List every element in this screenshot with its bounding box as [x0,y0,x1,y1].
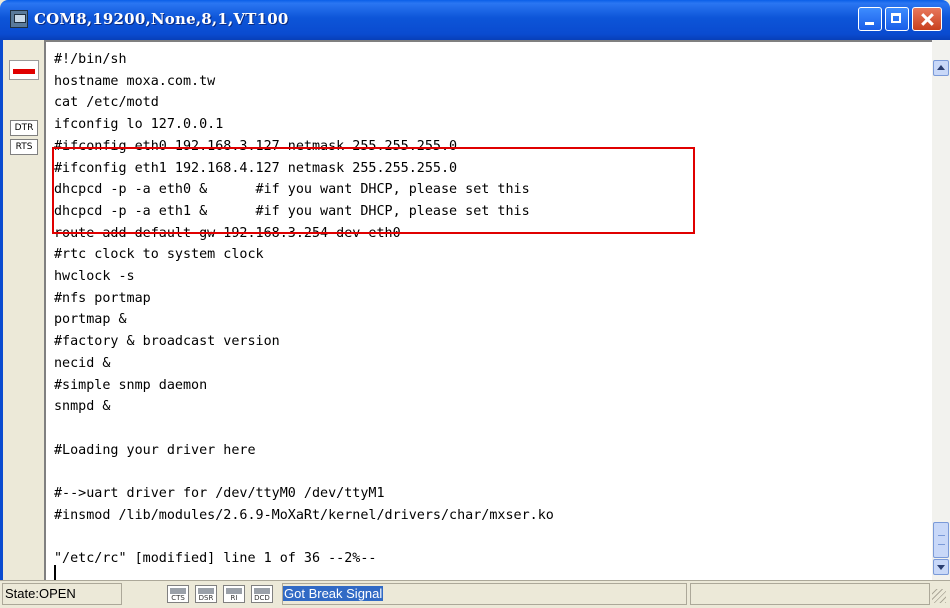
dtr-toggle[interactable]: DTR [10,120,38,136]
terminal-line: ifconfig lo 127.0.0.1 [54,117,224,133]
terminal-line: cat /etc/motd [54,95,159,111]
terminal-line: #!/bin/sh [54,52,127,67]
window-title: COM8,19200,None,8,1,VT100 [34,10,289,28]
scroll-down-arrow-icon[interactable] [933,559,949,575]
terminal-line: hwclock -s [54,269,135,284]
rts-toggle[interactable]: RTS [10,139,38,155]
terminal-line: #insmod /lib/modules/2.6.9-MoXaRt/kernel… [54,507,554,523]
break-signal-button[interactable] [9,60,39,80]
terminal-line: "/etc/rc" [modified] line 1 of 36 --2%-- [54,551,377,567]
terminal-screen[interactable]: #!/bin/sh hostname moxa.com.tw cat /etc/mo… [44,40,932,580]
close-button[interactable] [912,7,942,31]
scroll-up-arrow-icon[interactable] [933,60,949,76]
terminal-line: necid & [54,355,111,371]
status-message-text: Got Break Signal [283,586,384,601]
status-message: Got Break Signal [282,583,687,605]
line-control-panel: DTR RTS [0,40,44,580]
status-bar: State:OPEN CTS DSR RI DCD Got Break Sign… [0,580,950,608]
terminal-line: snmpd & [54,399,111,415]
ri-indicator: RI [223,585,245,603]
resize-grip-icon[interactable] [932,589,946,603]
terminal-line: #rtc clock to system clock [54,247,264,263]
dsr-label: DSR [198,594,214,602]
dsr-indicator: DSR [195,585,217,603]
cts-indicator: CTS [167,585,189,603]
terminal-line: #nfs portmap [54,290,151,306]
vertical-scrollbar[interactable] [932,40,950,580]
title-bar: COM8,19200,None,8,1,VT100 [0,0,950,40]
text-cursor [54,565,56,580]
maximize-button[interactable] [885,7,909,31]
terminal-line: hostname moxa.com.tw [54,73,216,89]
connection-state: State:OPEN [2,583,122,605]
dcd-label: DCD [254,594,270,602]
highlight-box [52,147,695,234]
terminal-line: #Loading your driver here [54,442,256,458]
status-panel-empty [690,583,930,605]
terminal-app-icon[interactable] [10,10,28,28]
terminal-line: #-->uart driver for /dev/ttyM0 /dev/ttyM… [54,486,385,501]
terminal-line: #factory & broadcast version [54,334,280,350]
minimize-button[interactable] [858,7,882,31]
dcd-indicator: DCD [251,585,273,603]
scrollbar-thumb[interactable] [933,522,949,558]
terminal-line: #simple snmp daemon [54,377,208,393]
terminal-line: portmap & [54,312,127,328]
ri-label: RI [230,594,238,602]
cts-label: CTS [171,594,185,602]
